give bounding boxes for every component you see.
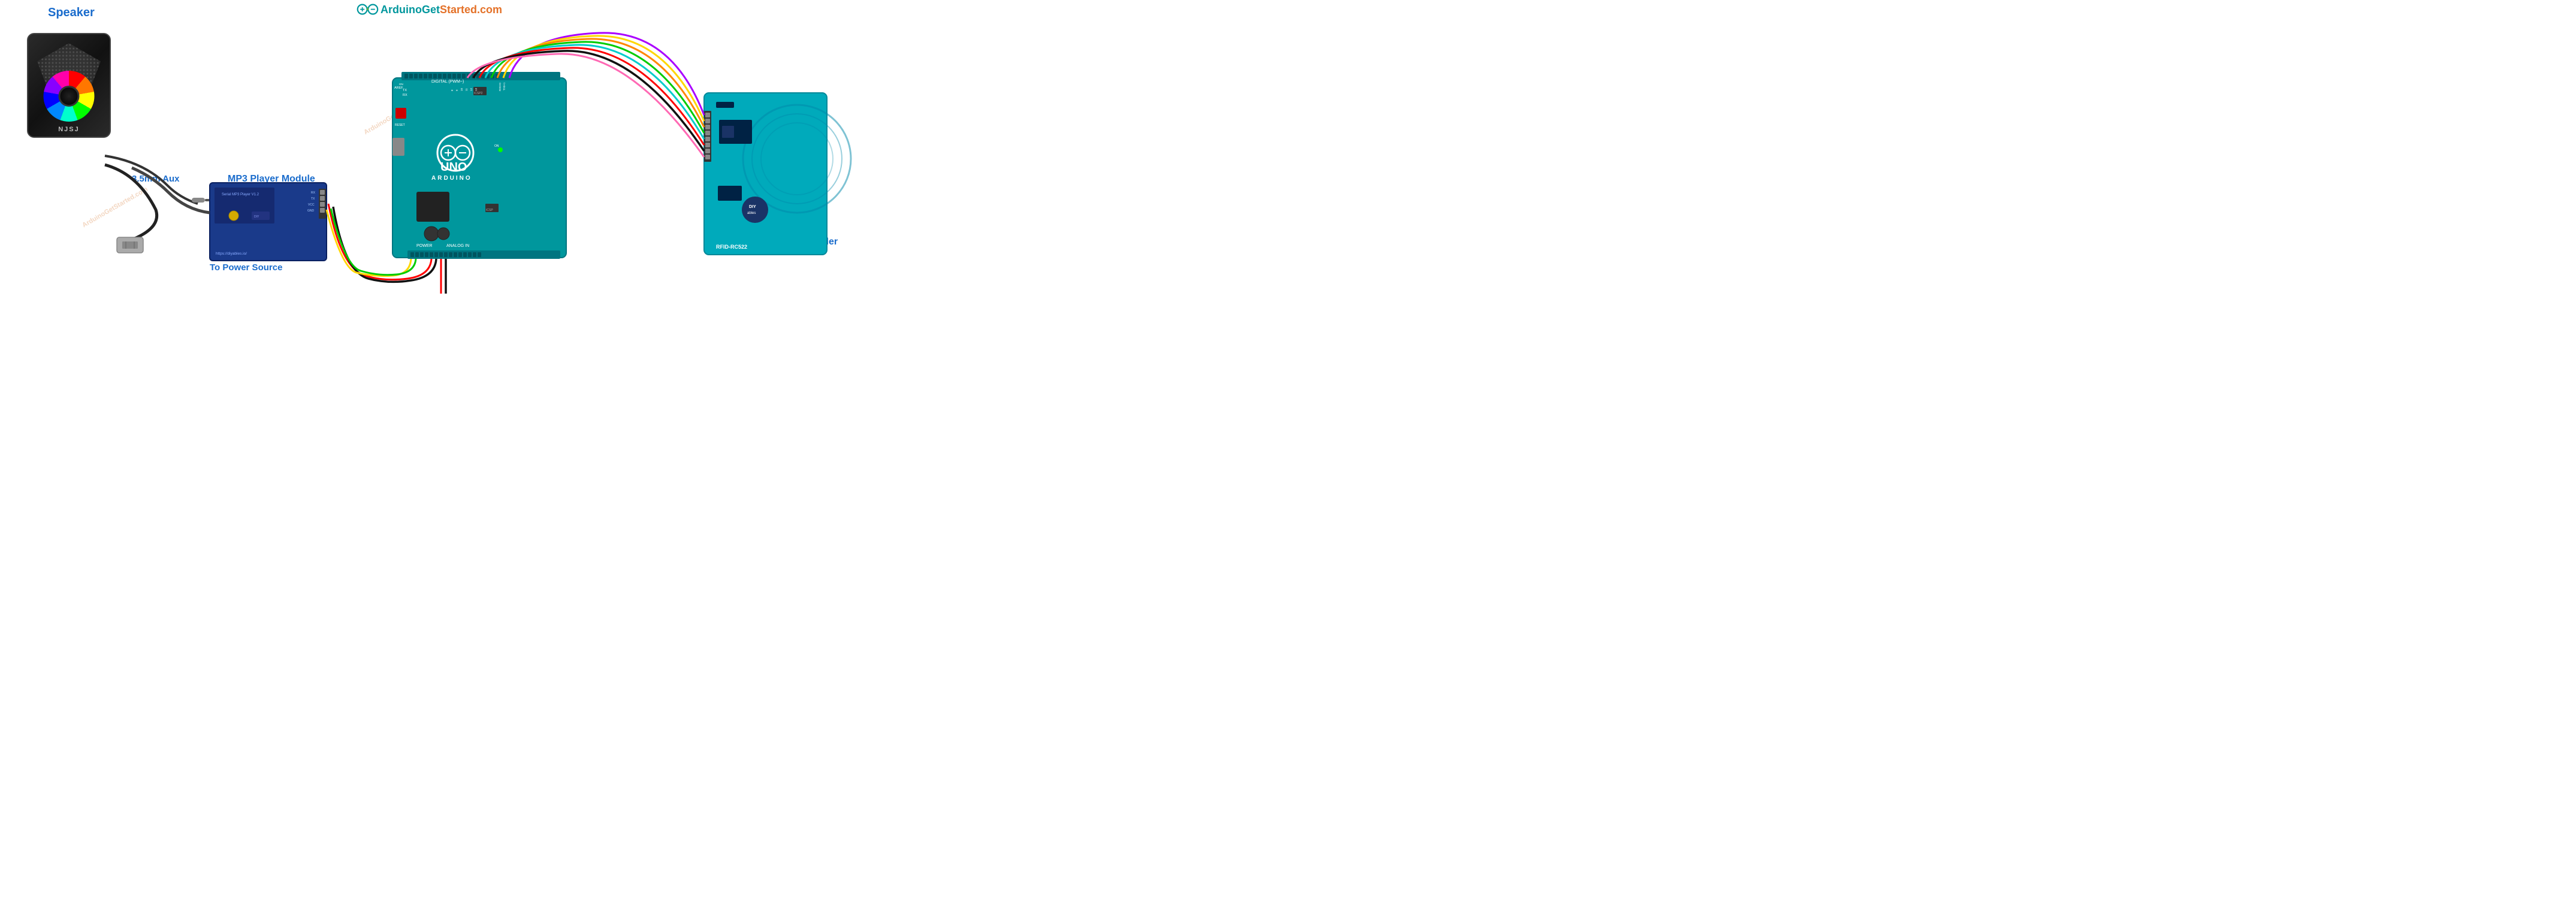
rfid-reader-label: RFID RC522 Reader bbox=[739, 237, 847, 247]
svg-text:GND: GND bbox=[307, 209, 315, 213]
svg-text:ICSP: ICSP bbox=[486, 209, 493, 212]
svg-text:10: 10 bbox=[460, 87, 463, 91]
svg-text:DIGITAL (PWM~): DIGITAL (PWM~) bbox=[431, 80, 464, 84]
speaker-body: NJSJ bbox=[27, 33, 111, 138]
svg-text:11: 11 bbox=[465, 88, 468, 91]
svg-text:DIY: DIY bbox=[749, 205, 756, 209]
circuit-svg: Serial MP3 Player V1.2 RX TX VCC GND DIY… bbox=[0, 0, 859, 300]
svg-text:8: 8 bbox=[451, 89, 454, 91]
svg-text:A0: A0 bbox=[448, 264, 452, 267]
svg-text:UNO: UNO bbox=[440, 161, 467, 174]
speaker-brand-label: NJSJ bbox=[58, 126, 80, 133]
speaker-woofer bbox=[44, 71, 95, 122]
svg-text:13: 13 bbox=[475, 87, 478, 91]
svg-text:TX: TX bbox=[311, 197, 315, 201]
svg-text:ANALOG IN: ANALOG IN bbox=[446, 244, 469, 248]
svg-text:DIY: DIY bbox=[254, 215, 259, 219]
svg-text:A3: A3 bbox=[463, 264, 466, 267]
svg-text:GND: GND bbox=[429, 264, 436, 267]
svg-text:ON: ON bbox=[494, 144, 499, 148]
svg-text:GN: GN bbox=[399, 83, 403, 86]
svg-text:A2: A2 bbox=[458, 264, 461, 267]
svg-text:RESET: RESET bbox=[395, 123, 405, 127]
aux-label: 3.5mm Aux bbox=[132, 174, 179, 184]
svg-text:RX: RX bbox=[311, 191, 316, 195]
mp3-module-label: MP3 Player Module bbox=[228, 174, 315, 185]
svg-text:ables: ables bbox=[747, 212, 756, 215]
svg-text:AREF: AREF bbox=[394, 86, 403, 90]
svg-text:RX: RX bbox=[403, 93, 407, 97]
svg-text:ICSP2: ICSP2 bbox=[474, 92, 483, 95]
svg-text:TX0+1: TX0+1 bbox=[503, 82, 506, 90]
svg-text:5V: 5V bbox=[424, 264, 428, 267]
power-source-label: To Power Source bbox=[210, 262, 282, 273]
svg-text:9: 9 bbox=[455, 89, 458, 91]
svg-text:POWER: POWER bbox=[416, 244, 432, 248]
svg-text:A5: A5 bbox=[472, 264, 476, 267]
svg-text:VCC: VCC bbox=[308, 203, 315, 207]
svg-text:12: 12 bbox=[470, 87, 473, 91]
svg-text:3V3: 3V3 bbox=[419, 264, 425, 267]
speaker-component: NJSJ bbox=[18, 33, 120, 153]
svg-text:A1: A1 bbox=[453, 264, 457, 267]
svg-text:GND: GND bbox=[434, 264, 440, 267]
svg-text:ARDUINO: ARDUINO bbox=[431, 175, 472, 182]
svg-text:A4: A4 bbox=[467, 264, 471, 267]
watermark-2: ArduinoGetStarted.com bbox=[363, 93, 430, 136]
svg-text:RX0+0: RX0+0 bbox=[499, 83, 502, 91]
svg-text:https://diyables.io/: https://diyables.io/ bbox=[216, 252, 247, 256]
page-container: ArduinoGetStarted.com Speaker bbox=[0, 0, 859, 300]
watermark-1: ArduinoGetStarted.com bbox=[81, 186, 149, 229]
logo-text: ArduinoGetStarted.com bbox=[380, 4, 502, 16]
speaker-title: Speaker bbox=[48, 6, 95, 20]
svg-text:TX: TX bbox=[403, 89, 407, 92]
logo-area: ArduinoGetStarted.com bbox=[357, 3, 502, 16]
watermark-3: ArduinoGetStarted.com bbox=[434, 213, 502, 256]
svg-text:Serial MP3 Player V1.2: Serial MP3 Player V1.2 bbox=[222, 193, 259, 197]
svg-text:RESET: RESET bbox=[413, 268, 422, 271]
speaker-woofer-center bbox=[59, 86, 80, 107]
svg-text:IOREF: IOREF bbox=[409, 264, 417, 267]
arduino-logo-icon bbox=[357, 3, 378, 16]
svg-text:VIN: VIN bbox=[439, 264, 443, 267]
